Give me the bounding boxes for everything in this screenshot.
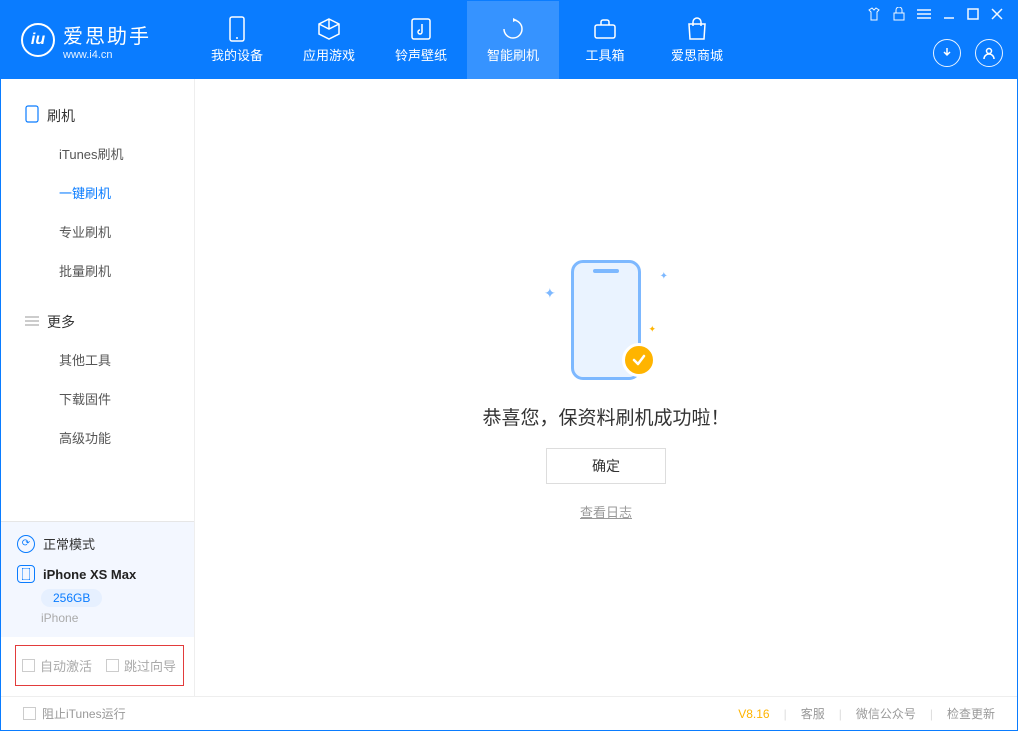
status-bar: 阻止iTunes运行 V8.16 | 客服 | 微信公众号 | 检查更新 <box>1 696 1017 730</box>
maximize-button[interactable] <box>967 8 979 23</box>
sidebar-item-download-firmware[interactable]: 下载固件 <box>1 379 194 418</box>
check-update-link[interactable]: 检查更新 <box>947 705 995 722</box>
sparkle-icon: ✦ <box>660 271 668 282</box>
sidebar: 刷机 iTunes刷机 一键刷机 专业刷机 批量刷机 更多 其他工具 下载固件 … <box>1 79 195 696</box>
body: 刷机 iTunes刷机 一键刷机 专业刷机 批量刷机 更多 其他工具 下载固件 … <box>1 79 1017 696</box>
app-window: iu 爱思助手 www.i4.cn 我的设备 应用游戏 铃声壁纸 智能刷机 <box>0 0 1018 731</box>
lock-icon[interactable] <box>893 7 905 24</box>
checkbox-icon <box>23 707 36 720</box>
toolbox-icon <box>593 17 617 41</box>
main-tabs: 我的设备 应用游戏 铃声壁纸 智能刷机 工具箱 爱思商城 <box>191 1 743 79</box>
app-title: 爱思助手 <box>63 20 151 49</box>
mode-icon: ⟳ <box>17 535 35 553</box>
version-label: V8.16 <box>738 707 769 721</box>
checkbox-icon <box>106 659 119 672</box>
device-name-row[interactable]: iPhone XS Max <box>17 565 178 583</box>
tab-toolbox[interactable]: 工具箱 <box>559 1 651 79</box>
success-illustration: ✦ ✦ ✦ <box>526 255 686 385</box>
view-log-link[interactable]: 查看日志 <box>580 502 632 521</box>
cube-icon <box>317 17 341 41</box>
sparkle-icon: ✦ <box>648 324 656 335</box>
window-controls <box>867 7 1003 24</box>
logo[interactable]: iu 爱思助手 www.i4.cn <box>21 20 151 61</box>
close-button[interactable] <box>991 8 1003 23</box>
list-icon <box>25 314 39 330</box>
menu-icon[interactable] <box>917 8 931 23</box>
wechat-link[interactable]: 微信公众号 <box>856 705 916 722</box>
checkbox-block-itunes[interactable]: 阻止iTunes运行 <box>23 705 126 722</box>
header-actions <box>933 39 1003 67</box>
confirm-button[interactable]: 确定 <box>546 448 666 484</box>
minimize-button[interactable] <box>943 8 955 23</box>
sidebar-item-other-tools[interactable]: 其他工具 <box>1 340 194 379</box>
device-icon <box>225 17 249 41</box>
sync-icon <box>501 17 525 41</box>
support-link[interactable]: 客服 <box>801 705 825 722</box>
header: iu 爱思助手 www.i4.cn 我的设备 应用游戏 铃声壁纸 智能刷机 <box>1 1 1017 79</box>
user-button[interactable] <box>975 39 1003 67</box>
sidebar-item-oneclick-flash[interactable]: 一键刷机 <box>1 173 194 212</box>
sidebar-item-advanced[interactable]: 高级功能 <box>1 418 194 457</box>
sidebar-item-batch-flash[interactable]: 批量刷机 <box>1 251 194 290</box>
success-message: 恭喜您，保资料刷机成功啦！ <box>482 403 729 430</box>
checkbox-auto-activate[interactable]: 自动激活 <box>22 656 92 675</box>
sidebar-item-pro-flash[interactable]: 专业刷机 <box>1 212 194 251</box>
main-content: ✦ ✦ ✦ 恭喜您，保资料刷机成功啦！ 确定 查看日志 <box>195 79 1017 696</box>
tab-smart-flash[interactable]: 智能刷机 <box>467 1 559 79</box>
device-storage: 256GB <box>41 589 102 607</box>
device-type: iPhone <box>41 611 178 625</box>
tab-my-device[interactable]: 我的设备 <box>191 1 283 79</box>
device-panel: ⟳ 正常模式 iPhone XS Max 256GB iPhone <box>1 521 194 637</box>
checkbox-icon <box>22 659 35 672</box>
checkbox-skip-wizard[interactable]: 跳过向导 <box>106 656 176 675</box>
device-small-icon <box>17 565 35 583</box>
phone-icon <box>25 105 39 126</box>
tshirt-icon[interactable] <box>867 7 881 24</box>
sidebar-section-more: 更多 <box>1 304 194 340</box>
sidebar-item-itunes-flash[interactable]: iTunes刷机 <box>1 134 194 173</box>
flash-options-highlight: 自动激活 跳过向导 <box>15 645 184 686</box>
download-button[interactable] <box>933 39 961 67</box>
sparkle-icon: ✦ <box>544 285 556 302</box>
tab-store[interactable]: 爱思商城 <box>651 1 743 79</box>
success-check-icon <box>622 343 656 377</box>
device-mode[interactable]: ⟳ 正常模式 <box>17 534 178 553</box>
bag-icon <box>685 17 709 41</box>
tab-ringtone-wallpaper[interactable]: 铃声壁纸 <box>375 1 467 79</box>
app-subtitle: www.i4.cn <box>63 49 151 61</box>
music-file-icon <box>409 17 433 41</box>
tab-apps-games[interactable]: 应用游戏 <box>283 1 375 79</box>
logo-icon: iu <box>21 23 55 57</box>
sidebar-section-flash: 刷机 <box>1 97 194 134</box>
